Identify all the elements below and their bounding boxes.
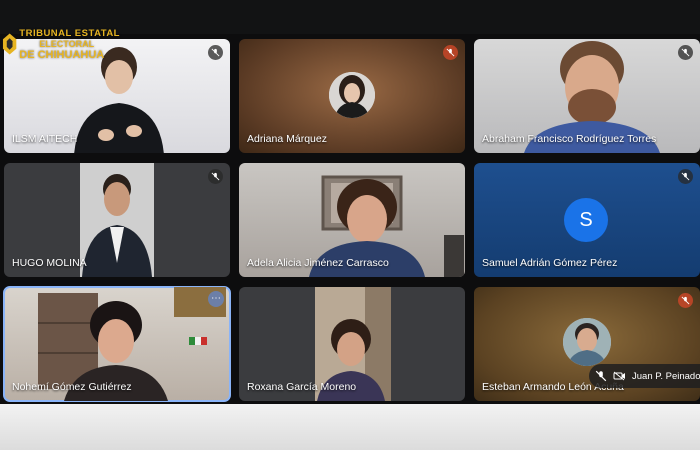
avatar: S [564,198,608,242]
mic-off-icon [208,169,223,184]
participant-name: Samuel Adrián Gómez Pérez [482,257,618,269]
mic-off-icon [443,45,458,60]
participant-name: Abraham Francisco Rodríguez Torres [482,133,657,145]
participant-tile[interactable]: S Samuel Adrián Gómez Pérez [474,163,700,277]
participant-tile[interactable]: ⋯ Nohemí Gómez Gutiérrez [3,286,231,402]
video-off-icon[interactable] [613,369,626,383]
bottom-bar [0,404,700,450]
participant-tile[interactable]: Adela Alicia Jiménez Carrasco [239,163,465,277]
logo-line-3: DE CHIHUAHUA [19,48,105,61]
org-logo: TRIBUNAL ESTATAL ELECTORAL DE CHIHUAHUA [2,22,120,66]
avatar [563,318,611,366]
participant-name: Nohemí Gómez Gutiérrez [12,381,132,393]
participant-tile[interactable]: HUGO MOLINA [4,163,230,277]
logo-line-2: ELECTORAL [39,38,95,49]
mic-off-icon [208,45,223,60]
participant-name: Adela Alicia Jiménez Carrasco [247,257,389,269]
avatar [329,72,375,118]
participant-name: Adriana Márquez [247,133,327,145]
participant-tile[interactable]: Abraham Francisco Rodríguez Torres [474,39,700,153]
mic-off-icon [678,293,693,308]
mic-off-icon [678,45,693,60]
participant-tile[interactable]: Adriana Márquez [239,39,465,153]
participant-tile[interactable]: Roxana García Moreno [239,287,465,401]
self-view-name: Juan P. Peinado [632,370,700,382]
logo-line-1: TRIBUNAL ESTATAL [19,27,120,39]
logo-mark-icon [2,33,17,55]
more-options-icon[interactable]: ⋯ [208,291,224,307]
mic-off-icon [678,169,693,184]
mic-off-icon[interactable] [595,369,607,383]
participant-name: HUGO MOLINA [12,257,87,269]
participant-name: ILSM AITECH [12,133,78,145]
participant-video [80,163,154,277]
participant-name: Roxana García Moreno [247,381,357,393]
self-view-bar[interactable]: Juan P. Peinado [589,364,700,388]
